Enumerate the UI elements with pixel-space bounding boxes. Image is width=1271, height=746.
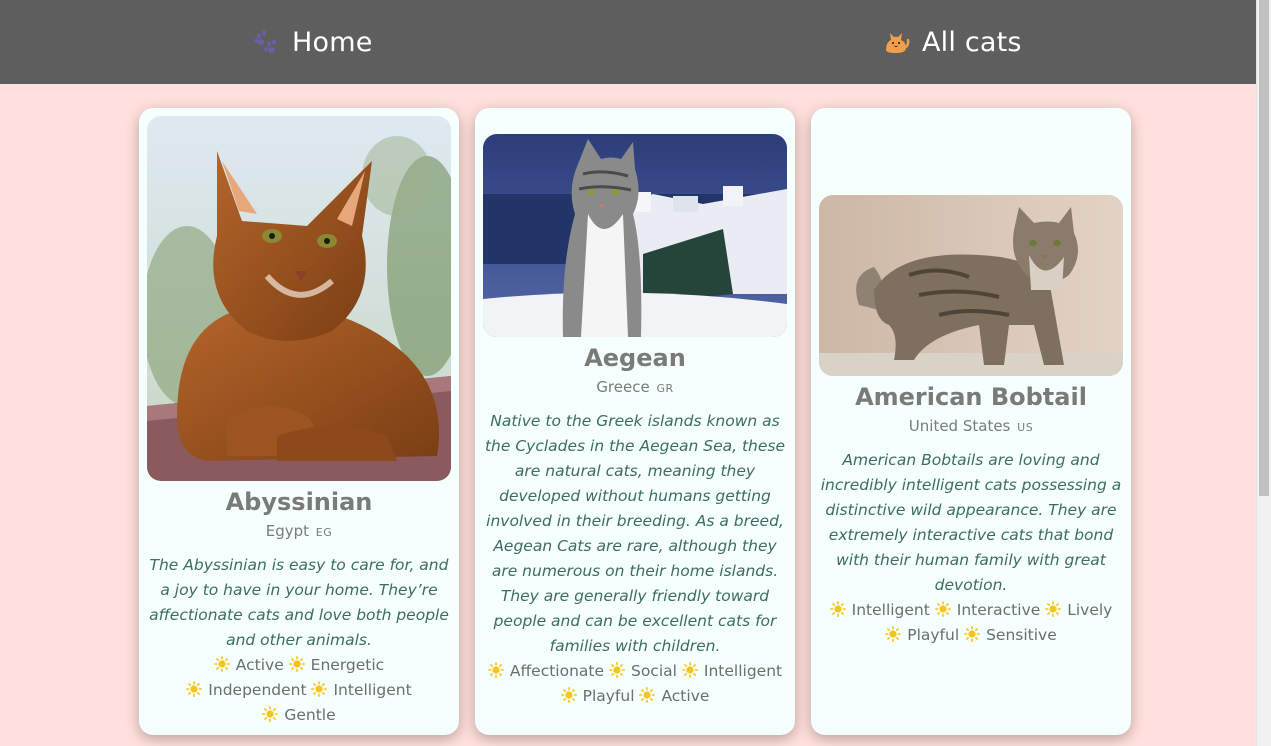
sun-icon <box>288 655 305 672</box>
sun-icon <box>608 662 625 678</box>
trait-item: Playful <box>885 626 959 644</box>
cat-name: Aegean <box>584 344 686 372</box>
nav-home-label: Home <box>292 26 373 58</box>
cat-origin: Greece GR <box>596 377 673 399</box>
trait-item: Lively <box>1045 601 1112 619</box>
sun-icon <box>639 687 656 703</box>
cat-card-abyssinian[interactable]: Abyssinian Egypt EG The Abyssinian is ea… <box>139 108 459 735</box>
nav-home-link[interactable]: Home <box>252 0 373 84</box>
trait-item: Intelligent <box>311 680 412 699</box>
trait-item: Sensitive <box>964 626 1057 644</box>
sun-icon <box>186 680 203 697</box>
trait-item: Active <box>639 687 709 705</box>
trait-item: Interactive <box>934 601 1040 619</box>
cat-face-icon <box>886 33 910 53</box>
cat-photo-aegean <box>483 134 787 337</box>
cat-description: The Abyssinian is easy to care for, and … <box>149 555 449 649</box>
cat-name: American Bobtail <box>855 383 1087 411</box>
trait-item: Playful <box>560 687 635 705</box>
trait-item: Social <box>608 662 677 680</box>
sun-icon <box>213 655 230 672</box>
country-code: GR <box>656 382 674 395</box>
cat-photo-abyssinian <box>147 115 451 481</box>
vertical-scrollbar[interactable] <box>1256 0 1271 746</box>
top-navbar: Home All cats <box>0 0 1256 84</box>
country-code: EG <box>315 525 333 539</box>
sun-icon <box>487 662 504 678</box>
sun-icon <box>262 705 279 722</box>
origin-country: Greece <box>596 378 650 396</box>
trait-item: Active <box>213 655 284 674</box>
temperament-list: Affectionate Social Intelligent Playful … <box>483 659 787 709</box>
cat-origin: Egypt EG <box>266 521 333 543</box>
temperament-list: Active Energetic Independent Intelligent… <box>147 653 451 728</box>
sun-icon <box>964 626 981 642</box>
cat-origin: United States US <box>909 416 1033 438</box>
cat-description: Native to the Greek islands known as the… <box>484 412 786 655</box>
scrollbar-thumb[interactable] <box>1259 0 1269 496</box>
trait-item: Gentle <box>262 705 336 724</box>
sun-icon <box>829 601 846 617</box>
sun-icon <box>311 680 328 697</box>
trait-item: Affectionate <box>487 662 604 680</box>
sun-icon <box>1045 601 1062 617</box>
abyssinian-photo-image <box>147 115 451 481</box>
temperament-list: Intelligent Interactive Lively Playful S… <box>819 598 1123 648</box>
cat-photo-american-bobtail <box>819 195 1123 376</box>
trait-item: Energetic <box>288 655 384 674</box>
cat-name: Abyssinian <box>225 487 373 516</box>
nav-all-cats-link[interactable]: All cats <box>882 0 1022 84</box>
nav-all-cats-label: All cats <box>922 26 1022 58</box>
aegean-photo-image <box>483 134 787 337</box>
trait-item: Independent <box>186 680 307 699</box>
trait-item: Intelligent <box>681 662 782 680</box>
trait-item: Intelligent <box>829 601 930 619</box>
origin-country: Egypt <box>265 521 309 540</box>
sun-icon <box>560 687 577 703</box>
sun-icon <box>885 626 902 642</box>
sun-icon <box>681 662 698 678</box>
paw-prints-icon <box>254 30 276 53</box>
origin-country: United States <box>908 417 1011 435</box>
country-code: US <box>1017 421 1034 434</box>
american-bobtail-photo-image <box>819 195 1123 376</box>
sun-icon <box>934 601 951 617</box>
cat-card-aegean[interactable]: Aegean Greece GR Native to the Greek isl… <box>475 108 795 735</box>
cat-card-american-bobtail[interactable]: American Bobtail United States US Americ… <box>811 108 1131 735</box>
cat-description: American Bobtails are loving and incredi… <box>820 451 1122 594</box>
